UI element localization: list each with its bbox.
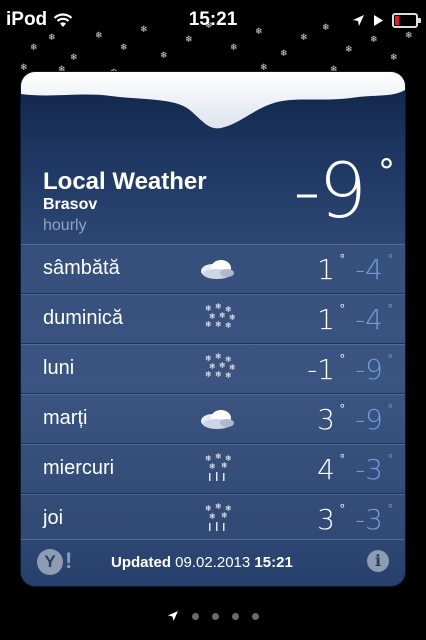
svg-text:❄: ❄ (205, 320, 212, 329)
svg-text:❄: ❄ (215, 503, 222, 511)
svg-text:❄: ❄ (215, 370, 222, 379)
svg-text:❄: ❄ (205, 21, 213, 31)
forecast-day: sâmbătă (43, 257, 120, 279)
forecast-row: duminică ❄ ❄ ❄ ❄ ❄ ❄ ❄ ❄ ❄ 1 ° -4 ° (21, 294, 405, 344)
weather-widget[interactable]: Local Weather Brasov hourly -9 ° sâmbătă… (21, 72, 405, 586)
svg-text:❄: ❄ (209, 462, 216, 471)
forecast-high-temp: 3 (317, 403, 335, 436)
forecast-low-temp: -3 (355, 453, 383, 486)
svg-text:❄: ❄ (219, 311, 226, 320)
svg-text:❄: ❄ (209, 512, 216, 521)
svg-text:❄: ❄ (322, 23, 330, 33)
svg-text:❄: ❄ (215, 453, 222, 461)
svg-text:❄: ❄ (225, 371, 232, 380)
svg-text:❄: ❄ (140, 25, 148, 35)
city-name: Brasov (43, 196, 98, 213)
snow-showers-icon: ❄ ❄ ❄ ❄ ❄ (197, 502, 237, 535)
snow-icon: ❄ ❄ ❄ ❄ ❄ ❄ ❄ ❄ ❄ (197, 302, 237, 335)
forecast-low-temp: -3 (355, 503, 383, 536)
svg-text:❄: ❄ (280, 49, 288, 59)
snow-icon: ❄ ❄ ❄ ❄ ❄ ❄ ❄ ❄ ❄ (197, 352, 237, 385)
current-temperature-degree: ° (378, 152, 395, 192)
page-indicator[interactable] (0, 606, 426, 626)
svg-text:❄: ❄ (255, 27, 263, 37)
high-degree-symbol: ° (339, 301, 345, 316)
widget-title: Local Weather (43, 168, 207, 195)
info-button[interactable]: i (367, 550, 389, 572)
forecast-day: duminică (43, 307, 124, 329)
high-degree-symbol: ° (339, 501, 345, 516)
high-degree-symbol: ° (339, 451, 345, 466)
forecast-row: luni ❄ ❄ ❄ ❄ ❄ ❄ ❄ ❄ ❄ -1 ° -9 ° (21, 344, 405, 394)
snow-showers-icon: ❄ ❄ ❄ ❄ ❄ (197, 452, 237, 485)
updated-time: 15:21 (254, 554, 293, 571)
svg-text:❄: ❄ (370, 35, 378, 45)
updated-date: 09.02.2013 (175, 554, 251, 571)
forecast-day: joi (43, 507, 64, 529)
svg-text:❄: ❄ (185, 35, 193, 45)
yahoo-logo-bang: ! (65, 548, 73, 573)
forecast-list: sâmbătă 1 ° -4 ° duminică ❄ ❄ ❄ ❄ ❄ ❄ ❄ ❄ ❄ 1 ° -4 ° luni ❄ ❄… (21, 244, 405, 544)
forecast-high-temp: 1 (317, 303, 335, 336)
low-degree-symbol: ° (387, 501, 393, 516)
low-degree-symbol: ° (387, 301, 393, 316)
svg-text:❄: ❄ (215, 353, 222, 361)
svg-text:❄: ❄ (390, 53, 398, 63)
location-page-icon[interactable] (167, 610, 179, 622)
svg-text:❄: ❄ (405, 31, 413, 41)
page-dot[interactable] (192, 612, 199, 620)
high-degree-symbol: ° (339, 251, 345, 266)
cloudy-icon (197, 403, 237, 435)
forecast-high-temp: 1 (317, 253, 335, 286)
forecast-high-temp: 4 (317, 453, 335, 486)
svg-text:❄: ❄ (225, 321, 232, 330)
forecast-day: marți (43, 407, 88, 429)
updated-label: Updated (111, 554, 171, 571)
svg-text:❄: ❄ (160, 51, 168, 61)
high-degree-symbol: ° (339, 401, 345, 416)
low-degree-symbol: ° (387, 351, 393, 366)
svg-text:❄: ❄ (221, 461, 228, 470)
low-degree-symbol: ° (387, 401, 393, 416)
forecast-high-temp: -1 (307, 353, 335, 386)
svg-text:❄: ❄ (70, 53, 78, 63)
forecast-row: sâmbătă 1 ° -4 ° (21, 244, 405, 294)
forecast-row: joi ❄ ❄ ❄ ❄ ❄ 3 ° -3 ° (21, 494, 405, 544)
forecast-low-temp: -4 (355, 303, 383, 336)
low-degree-symbol: ° (387, 251, 393, 266)
cloudy-icon (197, 253, 237, 285)
svg-text:❄: ❄ (215, 303, 222, 311)
page-dot[interactable] (232, 612, 239, 620)
svg-text:❄: ❄ (48, 33, 56, 43)
forecast-row: miercuri ❄ ❄ ❄ ❄ ❄ 4 ° -3 ° (21, 444, 405, 494)
forecast-mode: hourly (43, 217, 87, 234)
svg-text:❄: ❄ (219, 361, 226, 370)
page-dot[interactable] (212, 612, 219, 620)
forecast-high-temp: 3 (317, 503, 335, 536)
svg-text:❄: ❄ (120, 43, 128, 53)
page-dot[interactable] (252, 612, 259, 620)
current-temperature: -9 (293, 146, 367, 235)
svg-text:❄: ❄ (30, 43, 38, 53)
svg-text:❄: ❄ (230, 43, 238, 53)
svg-text:❄: ❄ (215, 320, 222, 329)
forecast-day: miercuri (43, 457, 115, 479)
snow-cap-decoration (21, 72, 405, 129)
low-degree-symbol: ° (387, 451, 393, 466)
svg-text:❄: ❄ (300, 33, 308, 43)
forecast-low-temp: -9 (355, 353, 383, 386)
high-degree-symbol: ° (339, 351, 345, 366)
svg-text:❄: ❄ (345, 45, 353, 55)
svg-text:❄: ❄ (95, 31, 103, 41)
widget-footer: Y ! Updated 09.02.2013 15:21 i (21, 539, 405, 586)
forecast-day: luni (43, 357, 75, 379)
forecast-low-temp: -4 (355, 253, 383, 286)
yahoo-logo-icon[interactable]: Y (37, 549, 63, 575)
forecast-row: marți 3 ° -9 ° (21, 394, 405, 444)
svg-text:❄: ❄ (205, 370, 212, 379)
last-updated: Updated 09.02.2013 15:21 (111, 554, 293, 571)
svg-text:❄: ❄ (221, 511, 228, 520)
forecast-low-temp: -9 (355, 403, 383, 436)
